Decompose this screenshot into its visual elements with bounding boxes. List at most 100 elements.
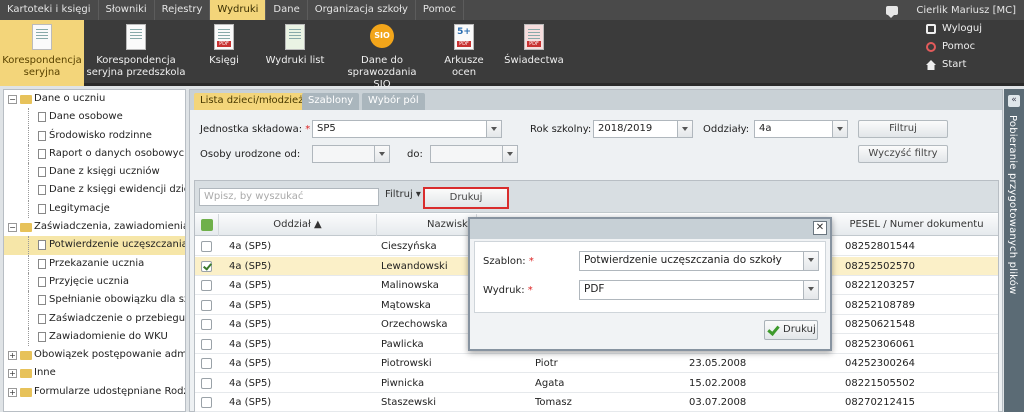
cell-oddzial: 4a (SP5) (229, 299, 272, 311)
tree-item-label: Przyjęcie ucznia (49, 275, 129, 287)
page-icon (38, 203, 46, 214)
tree-item-label: Dane z księgi uczniów (49, 166, 160, 178)
tab-szablony[interactable]: Szablony (302, 93, 360, 110)
page-icon (38, 331, 46, 342)
tree-line (28, 272, 29, 291)
tree-item[interactable]: Potwierdzenie uczęszczania do (4, 236, 185, 255)
tree-item[interactable]: Zaświadczenie o przebiegu nau (4, 309, 185, 328)
drukuj-button[interactable]: Drukuj (423, 187, 509, 209)
page-icon (38, 130, 46, 141)
rok-select[interactable]: 2018/2019 (593, 120, 693, 138)
select-all-checkbox[interactable] (195, 214, 219, 236)
tree-line (28, 199, 29, 218)
tree-item[interactable]: Raport o danych osobowych (4, 144, 185, 163)
filtruj-button[interactable]: Filtruj (858, 120, 948, 138)
expand-icon[interactable]: + (8, 387, 17, 397)
tree-item-label: Zawiadomienie do WKU (49, 330, 168, 342)
tab-lista-dzieci[interactable]: Lista dzieci/młodzieży (194, 93, 316, 110)
collapse-icon[interactable]: − (8, 95, 17, 104)
row-checkbox[interactable] (201, 260, 212, 272)
lifebuoy-icon (926, 42, 936, 52)
table-row[interactable]: 4a (SP5) Piwnicka Agata 15.02.2008 082215055… (195, 374, 998, 393)
row-checkbox[interactable] (201, 280, 212, 291)
double-chevron-left-icon[interactable]: « (1008, 95, 1020, 107)
rok-label: Rok szkolny: (530, 124, 592, 135)
table-row[interactable]: 4a (SP5) Staszewski Tomasz 03.07.2008 082702… (195, 393, 998, 412)
row-checkbox[interactable] (201, 377, 212, 389)
tree-item[interactable]: Dane z księgi uczniów (4, 163, 185, 182)
menu-slowniki[interactable]: Słowniki (99, 0, 155, 20)
cell-oddzial: 4a (SP5) (229, 319, 272, 330)
dialog-header: ✕ (470, 219, 830, 239)
menu-kartoteki[interactable]: Kartoteki i księgi (0, 0, 99, 20)
ribbon-korespondencja-seryjna[interactable]: Korespondencja seryjna (0, 20, 84, 86)
tree-item[interactable]: Zawiadomienie do WKU (4, 327, 185, 346)
chevron-down-icon (502, 146, 517, 162)
header-oddzial[interactable]: Oddział ▲ (219, 214, 377, 236)
menu-rejestry[interactable]: Rejestry (155, 0, 211, 20)
tree-item[interactable]: Przyjęcie ucznia (4, 272, 185, 291)
urodzone-od-select[interactable] (312, 145, 390, 163)
oddzialy-select[interactable]: 4a (754, 120, 848, 138)
menu-wydruki[interactable]: Wydruki (210, 0, 267, 20)
page-icon (38, 167, 46, 178)
header-nazwisko[interactable]: Nazwisk (377, 214, 477, 236)
filtruj-dropdown[interactable]: Filtruj ▾ (385, 189, 421, 200)
tree-line (28, 108, 29, 127)
wyczysc-filtry-button[interactable]: Wyczyść filtry (858, 145, 948, 163)
row-checkbox[interactable] (201, 241, 212, 252)
jednostka-select[interactable]: SP5 (312, 120, 502, 138)
tree-item[interactable]: Legitymacje (4, 199, 185, 218)
tree-item[interactable]: − Zaświadczenia, zawiadomienia (4, 218, 185, 236)
menu-pomoc[interactable]: Pomoc (416, 0, 465, 20)
session-links: Wyloguj Pomoc Start (920, 20, 1024, 74)
menu-organizacja[interactable]: Organizacja szkoły (308, 0, 416, 20)
collapse-icon[interactable]: − (8, 223, 17, 233)
logout-link[interactable]: Wyloguj (920, 20, 1024, 38)
tree-item[interactable]: − Dane o uczniu (4, 90, 185, 108)
row-checkbox[interactable] (201, 358, 212, 369)
urodzone-do-select[interactable] (430, 145, 518, 163)
expand-icon[interactable]: + (8, 369, 17, 379)
cell-oddzial: 4a (SP5) (229, 260, 272, 272)
downloads-side-panel[interactable]: « Pobieranie przygotowanych plików (1004, 89, 1024, 412)
tree-item[interactable]: + Formularze udostępniane Rodzicor (4, 383, 185, 401)
row-checkbox[interactable] (201, 319, 212, 330)
oddzialy-label: Oddziały: (703, 124, 750, 135)
row-checkbox[interactable] (201, 338, 212, 350)
search-input[interactable]: Wpisz, by wyszukać (199, 188, 379, 206)
ribbon-arkusze-ocen[interactable]: 5+ PDF Arkusze ocen (436, 20, 492, 86)
dialog-drukuj-button[interactable]: Drukuj (764, 320, 818, 340)
cell-data-urodzenia: 15.02.2008 (689, 377, 747, 389)
tree-item[interactable]: + Obowiązek postępowanie administ (4, 346, 185, 364)
page-icon (38, 240, 46, 251)
ribbon-dane-sio[interactable]: SIO Dane do sprawozdania SIO (340, 20, 424, 90)
row-checkbox[interactable] (201, 299, 212, 311)
tree-item[interactable]: + Inne (4, 364, 185, 382)
tree-item[interactable]: Środowisko rodzinne (4, 126, 185, 145)
szablon-select[interactable]: Potwierdzenie uczęszczania do szkoły (579, 251, 819, 271)
table-row[interactable]: 4a (SP5) Piotrowski Piotr 23.05.2008 0425230… (195, 354, 998, 373)
ribbon-swiadectwa[interactable]: PDF Świadectwa (502, 20, 566, 86)
help-link[interactable]: Pomoc (920, 38, 1024, 56)
tree-item[interactable]: Spełnianie obowiązku dla szkół (4, 291, 185, 310)
ribbon-wydruki-list[interactable]: Wydruki list (262, 20, 328, 86)
tree-item[interactable]: Dane z księgi ewidencji dzieci (4, 181, 185, 200)
close-icon[interactable]: ✕ (813, 221, 827, 235)
tree-item[interactable]: Przekazanie ucznia (4, 254, 185, 273)
chat-icon[interactable] (886, 5, 899, 18)
lock-icon (926, 24, 936, 34)
row-checkbox[interactable] (201, 397, 212, 408)
start-link[interactable]: Start (920, 56, 1024, 74)
tab-wybor-pol[interactable]: Wybór pól (362, 93, 425, 110)
wydruk-select[interactable]: PDF (579, 280, 819, 300)
document-pointer-icon (124, 24, 148, 52)
expand-icon[interactable]: + (8, 351, 17, 361)
header-pesel[interactable]: PESEL / Numer dokumentu (835, 214, 998, 236)
menu-dane[interactable]: Dane (266, 0, 308, 20)
tree-line (28, 144, 29, 163)
ribbon-korespondencja-przedszkola[interactable]: Korespondencja seryjna przedszkola (86, 20, 186, 86)
ribbon-ksiegi[interactable]: PDF Księgi (196, 20, 252, 86)
tree-item[interactable]: Dane osobowe (4, 108, 185, 127)
grid-toolbar: Wpisz, by wyszukać Filtruj ▾ Drukuj (195, 181, 998, 213)
